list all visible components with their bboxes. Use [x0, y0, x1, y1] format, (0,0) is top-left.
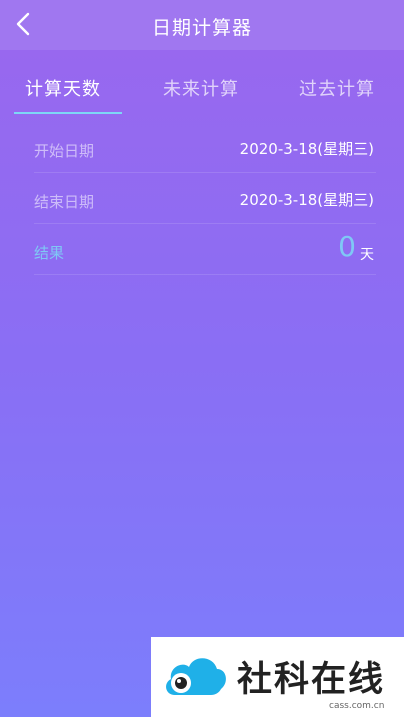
watermark-url: cass.com.cn [329, 701, 385, 711]
cloud-logo-icon [166, 658, 226, 695]
end-date-value[interactable]: 2020-3-18(星期三) [240, 189, 374, 210]
end-date-row[interactable]: 结束日期 2020-3-18(星期三) [34, 173, 376, 224]
watermark-text: 社科在线 [237, 660, 386, 700]
tab-future[interactable]: 未来计算 [163, 75, 239, 101]
result-label: 结果 [34, 244, 65, 262]
result-value: 0 [338, 230, 356, 263]
result-row: 结果 0 天 [34, 224, 376, 275]
active-tab-indicator [14, 112, 122, 114]
start-date-row[interactable]: 开始日期 2020-3-18(星期三) [34, 122, 376, 173]
result-unit: 天 [360, 247, 374, 263]
title-bar: 日期计算器 [0, 0, 404, 50]
start-date-label: 开始日期 [34, 142, 95, 160]
tab-past[interactable]: 过去计算 [299, 75, 375, 101]
page-title: 日期计算器 [151, 17, 252, 39]
end-date-label: 结束日期 [34, 193, 95, 211]
watermark: 社科在线 cass.com.cn [151, 637, 404, 717]
tab-count-days[interactable]: 计算天数 [25, 75, 101, 101]
start-date-value[interactable]: 2020-3-18(星期三) [240, 138, 374, 159]
tab-bar: 计算天数 未来计算 过去计算 [0, 50, 404, 115]
